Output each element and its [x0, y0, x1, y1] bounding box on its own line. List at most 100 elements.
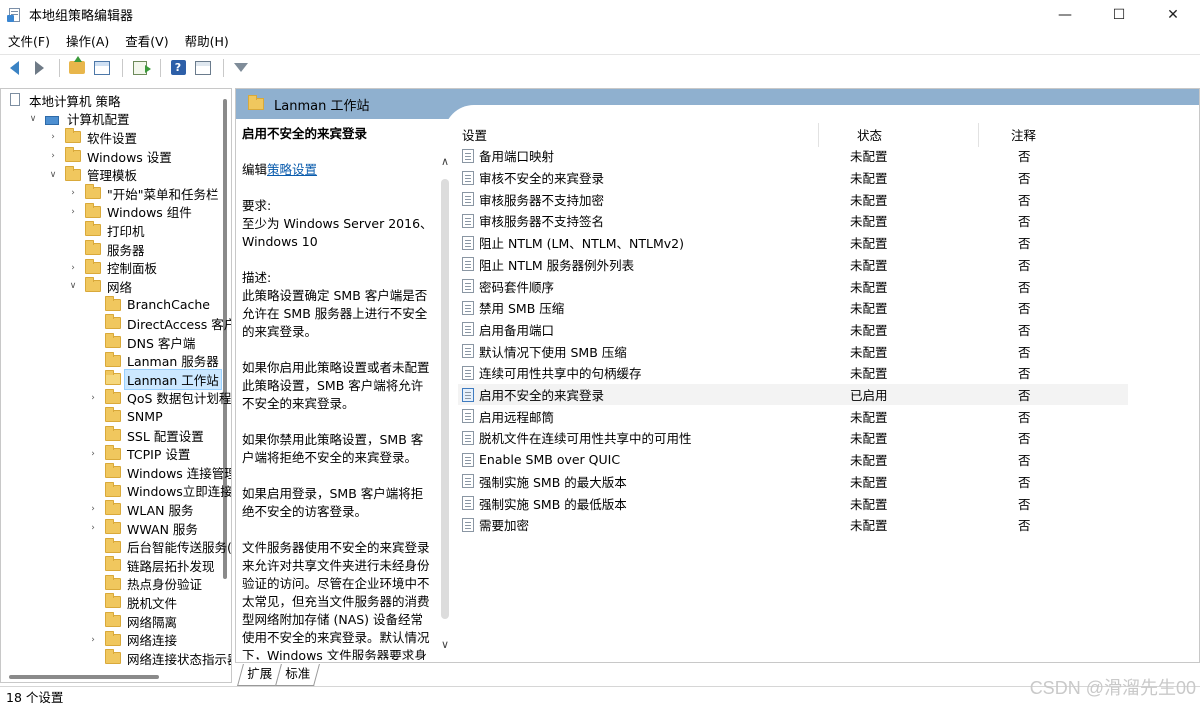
tree-item[interactable]: ›TCPIP 设置	[87, 444, 190, 463]
policy-row[interactable]: 需要加密未配置否	[458, 514, 1128, 536]
tree-item[interactable]: ›"开始"菜单和任务栏	[67, 184, 219, 203]
policy-row[interactable]: 审核服务器不支持签名未配置否	[458, 210, 1128, 232]
back-button[interactable]	[3, 57, 25, 79]
filter-button[interactable]	[230, 57, 252, 79]
expand-chevron-icon[interactable]: ›	[67, 184, 79, 202]
close-button[interactable]: ✕	[1146, 0, 1200, 29]
expand-chevron-icon[interactable]: ›	[87, 500, 99, 518]
tree-item[interactable]: DNS 客户端	[87, 333, 195, 352]
policy-row[interactable]: 强制实施 SMB 的最大版本未配置否	[458, 471, 1128, 493]
menu-help[interactable]: 帮助(H)	[177, 31, 237, 53]
tree-item[interactable]: ∨网络	[67, 277, 132, 296]
policy-row[interactable]: 连续可用性共享中的句柄缓存未配置否	[458, 362, 1128, 384]
policy-row[interactable]: 审核服务器不支持加密未配置否	[458, 188, 1128, 210]
tree-item[interactable]: Windows立即连接	[87, 482, 232, 501]
menu-file[interactable]: 文件(F)	[0, 31, 58, 53]
tab-standard[interactable]: 标准	[275, 664, 320, 686]
tree-item[interactable]: ∨管理模板	[47, 165, 137, 184]
show-hide-tree-button[interactable]	[91, 57, 113, 79]
column-divider[interactable]	[818, 123, 819, 147]
tree-item[interactable]: 后台智能传送服务(BITS)	[87, 537, 232, 556]
column-header-comment[interactable]: 注释	[1011, 125, 1036, 144]
expand-chevron-icon[interactable]: ›	[47, 147, 59, 165]
policy-setting-icon	[462, 431, 474, 445]
tree-vertical-scrollbar[interactable]	[219, 89, 231, 664]
tree-item[interactable]: BranchCache	[87, 296, 210, 315]
expand-chevron-icon[interactable]: ›	[87, 389, 99, 407]
description-scrollbar[interactable]: ∧ ∨	[438, 153, 452, 663]
policy-row[interactable]: 脱机文件在连续可用性共享中的可用性未配置否	[458, 427, 1128, 449]
policy-row[interactable]: 启用备用端口未配置否	[458, 319, 1128, 341]
expand-chevron-icon[interactable]: ›	[67, 259, 79, 277]
tree-item[interactable]: 网络连接状态指示器	[87, 649, 232, 668]
maximize-button[interactable]: ☐	[1092, 0, 1146, 29]
menu-action[interactable]: 操作(A)	[58, 31, 117, 53]
expand-chevron-icon[interactable]: ›	[87, 519, 99, 537]
tree-item[interactable]: Windows 连接管理器	[87, 463, 232, 482]
scroll-up-icon[interactable]: ∧	[440, 155, 450, 168]
policy-state: 未配置	[850, 168, 888, 187]
tree-item[interactable]: ›控制面板	[67, 258, 157, 277]
scroll-down-icon[interactable]: ∨	[440, 638, 450, 651]
tree-item[interactable]: ›Windows 设置	[47, 147, 172, 166]
tree-item[interactable]: ›WWAN 服务	[87, 519, 198, 538]
tree-item[interactable]: 热点身份验证	[87, 575, 202, 594]
tree-item[interactable]: 本地计算机 策略	[7, 91, 120, 110]
properties-button[interactable]	[192, 57, 214, 79]
policy-row[interactable]: 强制实施 SMB 的最低版本未配置否	[458, 492, 1128, 514]
collapse-chevron-icon[interactable]: ∨	[47, 166, 59, 184]
tree-horizontal-scroll-thumb[interactable]	[9, 675, 159, 679]
policy-row[interactable]: Enable SMB over QUIC未配置否	[458, 449, 1128, 471]
tree-item[interactable]: ›QoS 数据包计划程序	[87, 389, 232, 408]
policy-row[interactable]: 密码套件顺序未配置否	[458, 275, 1128, 297]
navigation-tree: 本地计算机 策略∨计算机配置›软件设置›Windows 设置∨管理模板›"开始"…	[0, 88, 232, 683]
forward-button[interactable]	[28, 57, 50, 79]
tree-item[interactable]: ›网络连接	[87, 630, 177, 649]
export-list-button[interactable]	[129, 57, 151, 79]
tree-item[interactable]: SSL 配置设置	[87, 426, 204, 445]
minimize-button[interactable]: —	[1038, 0, 1092, 29]
policy-row[interactable]: 阻止 NTLM 服务器例外列表未配置否	[458, 254, 1128, 276]
tree-item[interactable]: 服务器	[67, 240, 145, 259]
policy-row[interactable]: 禁用 SMB 压缩未配置否	[458, 297, 1128, 319]
tree-item[interactable]: Lanman 服务器	[87, 351, 219, 370]
tree-item[interactable]: ›WLAN 服务	[87, 500, 194, 519]
tree-indent-spacer	[87, 407, 99, 425]
policy-row[interactable]: 启用远程邮筒未配置否	[458, 405, 1128, 427]
tree-horizontal-scrollbar[interactable]	[1, 670, 221, 682]
tree-item-label: Windows 连接管理器	[127, 463, 232, 482]
policy-name: 启用远程邮筒	[479, 407, 554, 426]
policy-setting-icon	[462, 344, 474, 358]
tree-item[interactable]: 打印机	[67, 221, 145, 240]
policy-row[interactable]: 阻止 NTLM (LM、NTLM、NTLMv2)未配置否	[458, 232, 1128, 254]
help-button[interactable]: ?	[167, 57, 189, 79]
column-divider[interactable]	[978, 123, 979, 147]
collapse-chevron-icon[interactable]: ∨	[67, 277, 79, 295]
tree-item[interactable]: ›Windows 组件	[67, 203, 192, 222]
tree-vertical-scroll-thumb[interactable]	[223, 99, 227, 579]
collapse-chevron-icon[interactable]: ∨	[27, 110, 39, 128]
edit-policy-link[interactable]: 策略设置	[267, 162, 317, 177]
expand-chevron-icon[interactable]: ›	[47, 128, 59, 146]
tree-item[interactable]: 脱机文件	[87, 593, 177, 612]
tree-item[interactable]: 链路层拓扑发现	[87, 556, 215, 575]
expand-chevron-icon[interactable]: ›	[87, 631, 99, 649]
tree-item[interactable]: ∨计算机配置	[27, 110, 130, 129]
column-header-setting[interactable]: 设置	[462, 125, 487, 144]
tree-item[interactable]: DirectAccess 客户端	[87, 314, 232, 333]
expand-chevron-icon[interactable]: ›	[67, 203, 79, 221]
policy-row[interactable]: 默认情况下使用 SMB 压缩未配置否	[458, 340, 1128, 362]
policy-row[interactable]: 审核不安全的来宾登录未配置否	[458, 167, 1128, 189]
tree-item[interactable]: 网络隔离	[87, 612, 177, 631]
menu-view[interactable]: 查看(V)	[117, 31, 176, 53]
tree-item[interactable]: Lanman 工作站	[87, 370, 221, 389]
policy-setting-icon	[462, 149, 474, 163]
up-one-level-button[interactable]	[66, 57, 88, 79]
tree-item[interactable]: SNMP	[87, 407, 163, 426]
policy-row[interactable]: 备用端口映射未配置否	[458, 145, 1128, 167]
column-header-state[interactable]: 状态	[857, 125, 882, 144]
description-scroll-thumb[interactable]	[441, 179, 449, 619]
policy-row[interactable]: 启用不安全的来宾登录已启用否	[458, 384, 1128, 406]
tree-item[interactable]: ›软件设置	[47, 128, 137, 147]
expand-chevron-icon[interactable]: ›	[87, 445, 99, 463]
